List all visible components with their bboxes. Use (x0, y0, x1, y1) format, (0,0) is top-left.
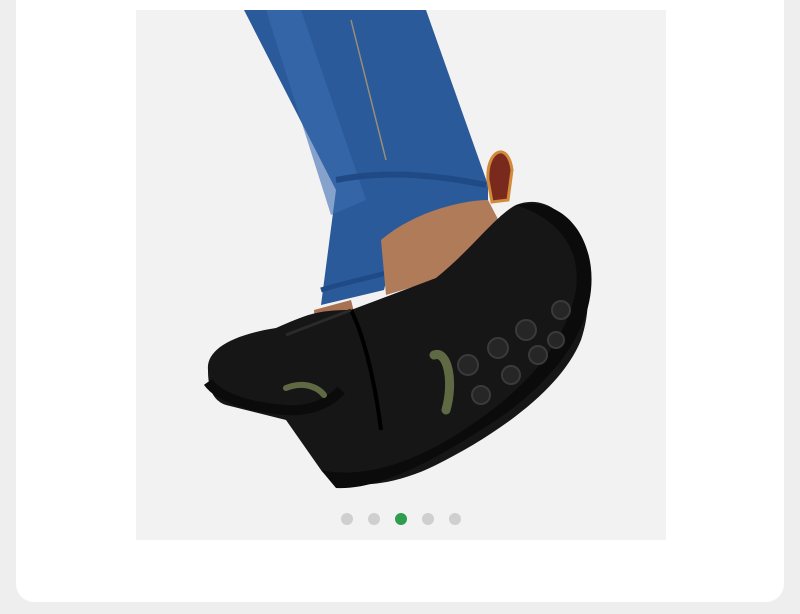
product-photo (203, 10, 592, 489)
carousel-pagination (136, 513, 666, 525)
heel-pull-tab (486, 150, 514, 204)
carousel-dot-2[interactable] (368, 513, 380, 525)
carousel-dot-5[interactable] (449, 513, 461, 525)
carousel-dot-1[interactable] (341, 513, 353, 525)
product-image-carousel[interactable] (136, 10, 666, 540)
carousel-dot-3[interactable] (395, 513, 407, 525)
carousel-dot-4[interactable] (422, 513, 434, 525)
